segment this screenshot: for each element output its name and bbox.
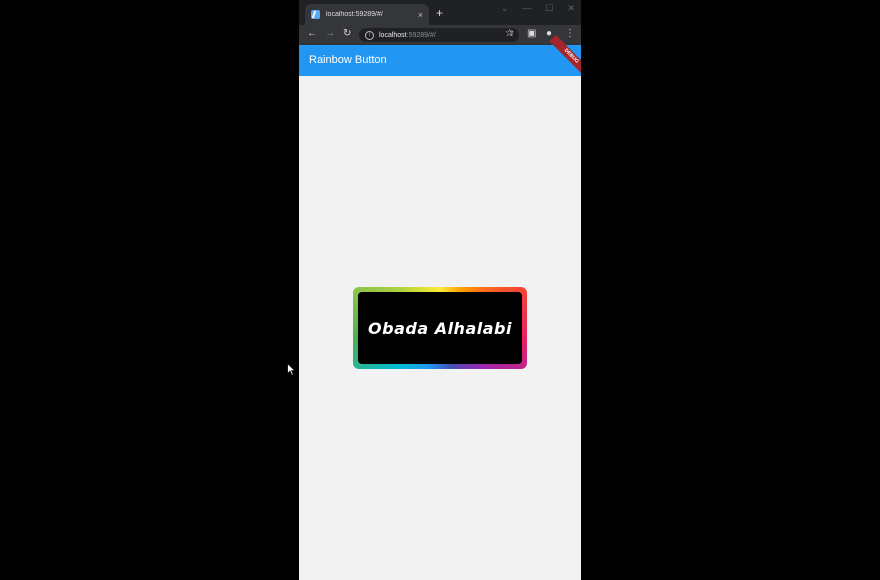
- browser-toolbar: ← → ↻ i localhost:59289/#/ ⇪ ☆ ▣ ● ⋮: [299, 25, 581, 45]
- menu-kebab-icon[interactable]: ⋮: [565, 28, 575, 40]
- bookmark-star-icon[interactable]: ☆: [505, 28, 514, 40]
- tab-title: localhost:59289/#/: [326, 11, 383, 18]
- mouse-cursor-icon: [287, 363, 296, 376]
- url-host: localhost: [379, 31, 407, 39]
- forward-icon[interactable]: →: [325, 28, 335, 40]
- tab-search-icon[interactable]: ⌄: [501, 3, 509, 14]
- page-title: Rainbow Button: [309, 54, 387, 66]
- maximize-icon[interactable]: ☐: [545, 3, 553, 14]
- close-window-icon[interactable]: ✕: [567, 3, 575, 14]
- browser-tab[interactable]: localhost:59289/#/ ×: [305, 4, 429, 25]
- browser-window: localhost:59289/#/ × + ⌄ — ☐ ✕ ← → ↻ i l…: [299, 0, 581, 580]
- new-tab-icon[interactable]: +: [436, 7, 443, 19]
- side-panel-icon[interactable]: ▣: [527, 28, 536, 40]
- reload-icon[interactable]: ↻: [343, 28, 351, 40]
- app-bar: Rainbow Button DEBUG: [299, 34, 581, 79]
- tab-close-icon[interactable]: ×: [418, 10, 423, 20]
- tab-strip: localhost:59289/#/ × + ⌄ — ☐ ✕: [299, 0, 581, 25]
- address-bar[interactable]: i localhost:59289/#/ ⇪: [359, 28, 519, 42]
- rainbow-button-label: Obada Alhalabi: [368, 318, 512, 338]
- rainbow-button-inner: Obada Alhalabi: [358, 292, 522, 364]
- url-text: localhost:59289/#/: [379, 32, 436, 39]
- site-info-icon[interactable]: i: [365, 30, 374, 40]
- back-icon[interactable]: ←: [307, 28, 317, 40]
- url-path: :59289/#/: [406, 31, 436, 39]
- flutter-favicon-icon: [311, 10, 320, 19]
- minimize-icon[interactable]: —: [522, 3, 531, 14]
- window-controls: ⌄ — ☐ ✕: [501, 3, 575, 14]
- app-body: Obada Alhalabi: [299, 76, 581, 580]
- rainbow-button[interactable]: Obada Alhalabi: [353, 287, 527, 369]
